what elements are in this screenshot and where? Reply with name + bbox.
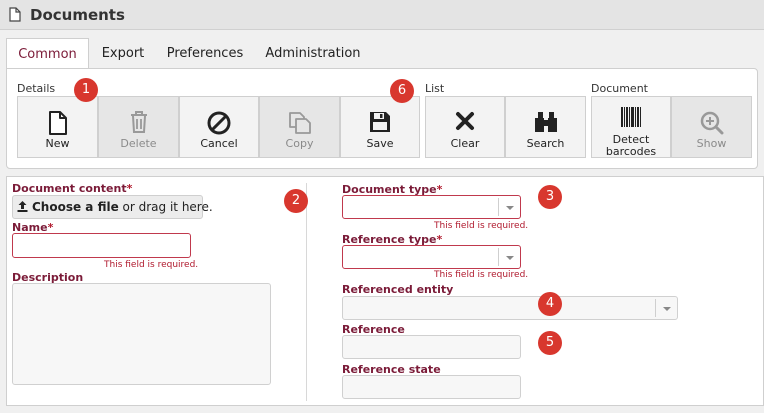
reference-state-input[interactable] (342, 375, 521, 399)
description-textarea[interactable] (12, 283, 271, 385)
tab-preferences[interactable]: Preferences (160, 38, 250, 68)
upload-icon (17, 201, 28, 215)
document-type-select[interactable] (342, 195, 521, 219)
choose-file-rest: or drag it here. (118, 200, 213, 214)
new-button-label: New (45, 137, 70, 150)
annotation-badge-4: 4 (538, 292, 562, 316)
cancel-button[interactable]: Cancel (179, 96, 259, 158)
save-button-label: Save (366, 137, 394, 150)
save-button[interactable]: Save (340, 96, 420, 158)
tab-administration[interactable]: Administration (258, 38, 368, 68)
copy-button-label: Copy (285, 137, 314, 150)
group-label-details: Details (17, 82, 56, 95)
form-column-divider (306, 183, 307, 401)
reference-type-error: This field is required. (434, 270, 529, 280)
detect-barcodes-button-label: Detect barcodes (592, 134, 670, 158)
chevron-down-icon (506, 256, 514, 260)
reference-input[interactable] (342, 335, 521, 359)
reference-type-select[interactable] (342, 245, 521, 269)
annotation-badge-6: 6 (390, 79, 414, 103)
tab-common[interactable]: Common (6, 38, 89, 69)
binoculars-icon (506, 110, 585, 136)
show-button-label: Show (696, 137, 727, 150)
page-title: Documents (30, 6, 125, 24)
detect-barcodes-button[interactable]: Detect barcodes (591, 96, 671, 158)
window-titlebar: Documents (0, 0, 764, 30)
search-button-label: Search (526, 137, 565, 150)
copy-button[interactable]: Copy (259, 96, 340, 158)
trash-icon (99, 110, 178, 136)
choose-file-button[interactable]: Choose a file or drag it here. (12, 195, 213, 219)
new-document-icon (18, 110, 97, 136)
referenced-entity-label: Referenced entity (342, 283, 454, 296)
new-button[interactable]: New (17, 96, 98, 158)
document-icon (9, 7, 21, 26)
delete-button[interactable]: Delete (98, 96, 179, 158)
dropdown-separator (498, 248, 499, 266)
floppy-disk-icon (341, 110, 419, 136)
show-button[interactable]: Show (671, 96, 752, 158)
delete-button-label: Delete (120, 137, 157, 150)
clear-button[interactable]: Clear (425, 96, 505, 158)
x-icon (426, 110, 504, 136)
group-label-list: List (425, 82, 445, 95)
barcode-icon (592, 105, 670, 131)
search-button[interactable]: Search (505, 96, 586, 158)
tab-bar: Common Export Preferences Administration (0, 30, 764, 69)
cancel-icon (180, 110, 258, 136)
annotation-badge-5: 5 (538, 331, 562, 355)
clear-button-label: Clear (450, 137, 480, 150)
chevron-down-icon (663, 307, 671, 311)
choose-file-bold: Choose a file (32, 200, 119, 214)
annotation-badge-3: 3 (538, 185, 562, 209)
chevron-down-icon (506, 206, 514, 210)
name-input[interactable] (12, 233, 191, 258)
referenced-entity-select[interactable] (342, 296, 678, 320)
dropdown-separator (655, 299, 656, 317)
copy-icon (260, 110, 339, 136)
annotation-badge-1: 1 (74, 78, 98, 102)
name-error: This field is required. (104, 260, 199, 270)
zoom-in-icon (672, 110, 751, 136)
annotation-badge-2: 2 (284, 189, 308, 213)
dropdown-separator (498, 198, 499, 216)
cancel-button-label: Cancel (200, 137, 238, 150)
tab-export[interactable]: Export (93, 38, 153, 68)
detect-barcodes-label-line2: barcodes (605, 145, 657, 158)
document-type-error: This field is required. (434, 221, 529, 231)
group-label-document: Document (591, 82, 648, 95)
document-content-label: Document content* (12, 182, 133, 195)
